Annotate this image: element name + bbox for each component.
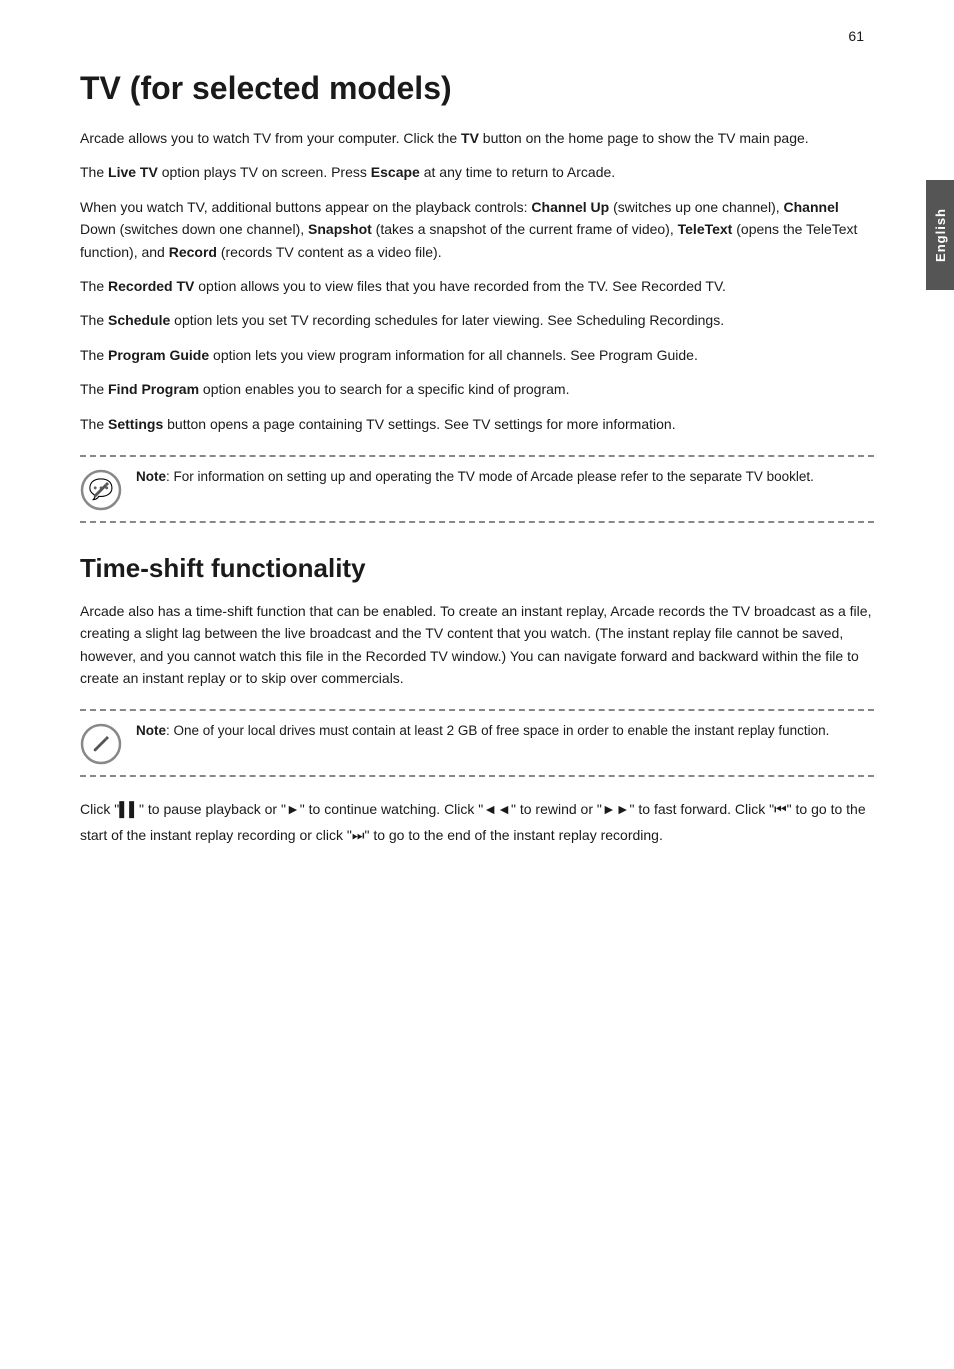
bold-schedule: Schedule	[108, 312, 170, 328]
bold-record: Record	[169, 244, 217, 260]
note-content-1: : For information on setting up and oper…	[166, 469, 814, 484]
bold-snapshot: Snapshot	[308, 221, 372, 237]
bold-recordedtv: Recorded TV	[108, 278, 194, 294]
section1-para1: Arcade allows you to watch TV from your …	[80, 127, 874, 149]
bold-channelup: Channel Up	[531, 199, 609, 215]
bold-settings: Settings	[108, 416, 163, 432]
note-text-1: Note: For information on setting up and …	[136, 467, 874, 488]
section1-para4: The Recorded TV option allows you to vie…	[80, 275, 874, 297]
note-svg-2	[80, 723, 122, 765]
sidebar-label: English	[933, 208, 948, 262]
note-icon-1: 💬	[80, 469, 122, 511]
section1-para7: The Find Program option enables you to s…	[80, 378, 874, 400]
bold-escape: Escape	[371, 164, 420, 180]
bold-teletext: TeleText	[678, 221, 733, 237]
section2-title: Time-shift functionality	[80, 553, 874, 584]
page-container: 61 English TV (for selected models) Arca…	[0, 0, 954, 1369]
bold-livetv: Live TV	[108, 164, 158, 180]
bottom-playback-text: Click "▌▌" to pause playback or "►" to c…	[80, 797, 874, 847]
note-box-2: Note: One of your local drives must cont…	[80, 709, 874, 777]
note-content-2: : One of your local drives must contain …	[166, 723, 829, 738]
section1-para8: The Settings button opens a page contain…	[80, 413, 874, 435]
note-label-1: Note	[136, 469, 166, 484]
bold-findprogram: Find Program	[108, 381, 199, 397]
note-icon-2	[80, 723, 122, 765]
note-svg-1: 💬	[80, 469, 122, 511]
sidebar-tab: English	[926, 180, 954, 290]
bold-programguide: Program Guide	[108, 347, 209, 363]
main-content: TV (for selected models) Arcade allows y…	[80, 40, 874, 848]
section1-para5: The Schedule option lets you set TV reco…	[80, 309, 874, 331]
note-box-1: 💬 Note: For information on setting up an…	[80, 455, 874, 523]
bold-tv: TV	[461, 130, 479, 146]
section2-para1: Arcade also has a time-shift function th…	[80, 600, 874, 690]
section1-para6: The Program Guide option lets you view p…	[80, 344, 874, 366]
note-text-2: Note: One of your local drives must cont…	[136, 721, 874, 742]
note-label-2: Note	[136, 723, 166, 738]
section1-para3: When you watch TV, additional buttons ap…	[80, 196, 874, 263]
section1-para2: The Live TV option plays TV on screen. P…	[80, 161, 874, 183]
page-number: 61	[848, 28, 864, 44]
section1-title: TV (for selected models)	[80, 70, 874, 107]
bold-channel: Channel	[784, 199, 839, 215]
